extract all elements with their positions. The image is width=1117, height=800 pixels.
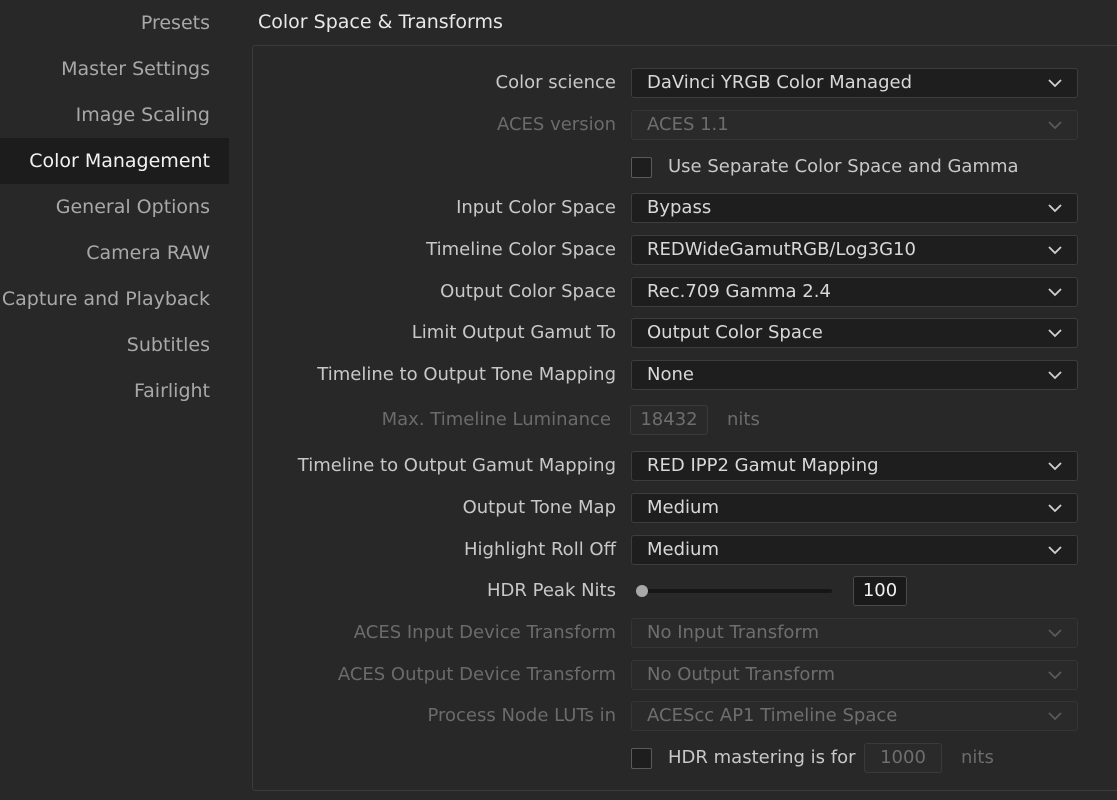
- tone-mapping-label: Timeline to Output Tone Mapping: [317, 364, 616, 385]
- color-science-dropdown[interactable]: DaVinci YRGB Color Managed: [631, 68, 1078, 98]
- aces-idt-value: No Input Transform: [647, 622, 820, 643]
- timeline-color-space-row: Timeline Color Space REDWideGamutRGB/Log…: [253, 235, 1117, 265]
- aces-version-row: ACES version ACES 1.1: [253, 110, 1117, 140]
- aces-version-dropdown: ACES 1.1: [631, 110, 1078, 140]
- aces-odt-label: ACES Output Device Transform: [337, 664, 616, 685]
- process-node-luts-label: Process Node LUTs in: [427, 705, 616, 726]
- sidebar-item-general-options[interactable]: General Options: [0, 184, 229, 230]
- hdr-mastering-checkbox[interactable]: [631, 748, 652, 769]
- limit-output-gamut-row: Limit Output Gamut To Output Color Space: [253, 318, 1117, 348]
- chevron-down-icon: [1047, 661, 1063, 689]
- output-color-space-dropdown[interactable]: Rec.709 Gamma 2.4: [631, 277, 1078, 307]
- gamut-mapping-row: Timeline to Output Gamut Mapping RED IPP…: [253, 451, 1117, 481]
- sidebar-item-image-scaling[interactable]: Image Scaling: [0, 92, 229, 138]
- timeline-color-space-dropdown[interactable]: REDWideGamutRGB/Log3G10: [631, 235, 1078, 265]
- input-color-space-value: Bypass: [647, 197, 712, 218]
- hdr-mastering-input: 1000: [864, 743, 942, 773]
- timeline-color-space-label: Timeline Color Space: [426, 239, 616, 260]
- panel-title: Color Space & Transforms: [258, 11, 503, 33]
- output-color-space-row: Output Color Space Rec.709 Gamma 2.4: [253, 277, 1117, 307]
- sidebar-item-color-management[interactable]: Color Management: [0, 138, 229, 184]
- input-color-space-label: Input Color Space: [456, 197, 616, 218]
- aces-version-label: ACES version: [496, 114, 616, 135]
- hdr-mastering-label: HDR mastering is for: [668, 747, 856, 768]
- separate-color-space-row: Use Separate Color Space and Gamma: [253, 152, 1117, 182]
- chevron-down-icon: [1047, 452, 1063, 480]
- aces-odt-dropdown: No Output Transform: [631, 660, 1078, 690]
- separate-color-space-checkbox[interactable]: [631, 157, 652, 178]
- color-science-label: Color science: [495, 72, 616, 93]
- hdr-peak-nits-slider[interactable]: [636, 585, 832, 597]
- max-luminance-row: Max. Timeline Luminance 18432 nits: [253, 405, 1117, 435]
- gamut-mapping-label: Timeline to Output Gamut Mapping: [297, 455, 616, 476]
- output-tone-map-dropdown[interactable]: Medium: [631, 493, 1078, 523]
- hdr-peak-nits-input[interactable]: 100: [853, 576, 907, 606]
- aces-idt-dropdown: No Input Transform: [631, 618, 1078, 648]
- chevron-down-icon: [1047, 619, 1063, 647]
- chevron-down-icon: [1047, 494, 1063, 522]
- color-science-value: DaVinci YRGB Color Managed: [647, 72, 912, 93]
- highlight-roll-off-dropdown[interactable]: Medium: [631, 535, 1078, 565]
- input-color-space-row: Input Color Space Bypass: [253, 193, 1117, 223]
- output-tone-map-label: Output Tone Map: [462, 497, 616, 518]
- output-color-space-label: Output Color Space: [440, 281, 616, 302]
- hdr-mastering-row: HDR mastering is for 1000 nits: [253, 743, 1117, 773]
- limit-output-gamut-value: Output Color Space: [647, 322, 823, 343]
- aces-version-value: ACES 1.1: [647, 114, 729, 135]
- limit-output-gamut-dropdown[interactable]: Output Color Space: [631, 318, 1078, 348]
- tone-mapping-value: None: [647, 364, 694, 385]
- aces-idt-row: ACES Input Device Transform No Input Tra…: [253, 618, 1117, 648]
- gamut-mapping-value: RED IPP2 Gamut Mapping: [647, 455, 879, 476]
- color-space-panel: Color science DaVinci YRGB Color Managed…: [252, 45, 1117, 791]
- chevron-down-icon: [1047, 702, 1063, 730]
- chevron-down-icon: [1047, 536, 1063, 564]
- chevron-down-icon: [1047, 69, 1063, 97]
- max-luminance-unit: nits: [727, 409, 760, 430]
- color-science-row: Color science DaVinci YRGB Color Managed: [253, 68, 1117, 98]
- chevron-down-icon: [1047, 361, 1063, 389]
- slider-thumb[interactable]: [636, 585, 648, 597]
- aces-idt-label: ACES Input Device Transform: [353, 622, 616, 643]
- sidebar-item-capture-and-playback[interactable]: Capture and Playback: [0, 276, 229, 322]
- hdr-peak-nits-row: HDR Peak Nits 100: [253, 576, 1117, 606]
- sidebar: Presets Master Settings Image Scaling Co…: [0, 0, 229, 800]
- output-tone-map-row: Output Tone Map Medium: [253, 493, 1117, 523]
- max-luminance-label: Max. Timeline Luminance: [381, 409, 611, 430]
- separate-color-space-label: Use Separate Color Space and Gamma: [668, 156, 1019, 177]
- hdr-mastering-unit: nits: [961, 747, 994, 768]
- limit-output-gamut-label: Limit Output Gamut To: [411, 322, 616, 343]
- chevron-down-icon: [1047, 278, 1063, 306]
- gamut-mapping-dropdown[interactable]: RED IPP2 Gamut Mapping: [631, 451, 1078, 481]
- aces-odt-row: ACES Output Device Transform No Output T…: [253, 660, 1117, 690]
- output-color-space-value: Rec.709 Gamma 2.4: [647, 281, 831, 302]
- aces-odt-value: No Output Transform: [647, 664, 835, 685]
- highlight-roll-off-label: Highlight Roll Off: [464, 539, 616, 560]
- chevron-down-icon: [1047, 111, 1063, 139]
- highlight-roll-off-row: Highlight Roll Off Medium: [253, 535, 1117, 565]
- process-node-luts-dropdown: ACEScc AP1 Timeline Space: [631, 701, 1078, 731]
- chevron-down-icon: [1047, 236, 1063, 264]
- sidebar-item-presets[interactable]: Presets: [0, 0, 229, 46]
- process-node-luts-value: ACEScc AP1 Timeline Space: [647, 705, 898, 726]
- timeline-color-space-value: REDWideGamutRGB/Log3G10: [647, 239, 916, 260]
- highlight-roll-off-value: Medium: [647, 539, 719, 560]
- sidebar-item-master-settings[interactable]: Master Settings: [0, 46, 229, 92]
- sidebar-item-fairlight[interactable]: Fairlight: [0, 368, 229, 414]
- input-color-space-dropdown[interactable]: Bypass: [631, 193, 1078, 223]
- sidebar-item-camera-raw[interactable]: Camera RAW: [0, 230, 229, 276]
- process-node-luts-row: Process Node LUTs in ACEScc AP1 Timeline…: [253, 701, 1117, 731]
- output-tone-map-value: Medium: [647, 497, 719, 518]
- chevron-down-icon: [1047, 194, 1063, 222]
- tone-mapping-row: Timeline to Output Tone Mapping None: [253, 360, 1117, 390]
- sidebar-item-subtitles[interactable]: Subtitles: [0, 322, 229, 368]
- max-luminance-input: 18432: [630, 405, 708, 435]
- hdr-peak-nits-label: HDR Peak Nits: [487, 580, 616, 601]
- tone-mapping-dropdown[interactable]: None: [631, 360, 1078, 390]
- chevron-down-icon: [1047, 319, 1063, 347]
